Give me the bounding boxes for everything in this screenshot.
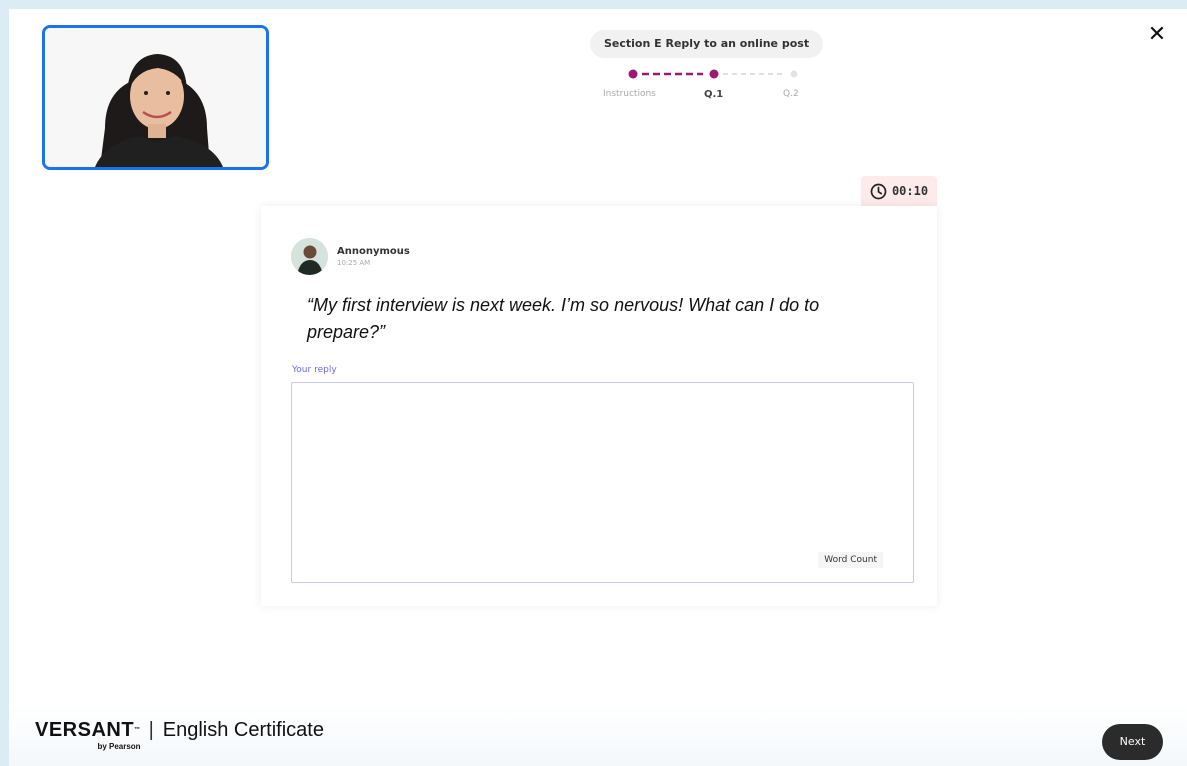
post-text: “My first interview is next week. I’m so…: [307, 295, 820, 342]
progress-track: [628, 69, 798, 79]
logo-brand: VERSANT™: [35, 719, 141, 741]
next-button[interactable]: Next: [1102, 724, 1163, 760]
step-label-instructions: Instructions: [603, 89, 656, 99]
section-title: Section E Reply to an online post: [590, 30, 824, 58]
countdown-timer: 00:10: [861, 176, 937, 206]
footer-bar: VERSANT™ by Pearson | English Certificat…: [9, 705, 1187, 766]
reply-box: Word Count: [291, 382, 914, 583]
step-label-q2: Q.2: [783, 89, 799, 99]
timer-value: 00:10: [891, 184, 929, 198]
author-name: Annonymous: [337, 246, 410, 257]
versant-logo: VERSANT™ by Pearson | English Certificat…: [35, 719, 324, 751]
logo-byline: by Pearson: [97, 742, 141, 751]
logo-product: English Certificate: [162, 719, 324, 741]
webcam-image: [45, 28, 266, 167]
post-card: Annonymous 10:25 AM “My first interview …: [261, 206, 937, 606]
progress-stepper: Instructions Q.1 Q.2: [587, 65, 807, 105]
logo-separator: |: [148, 719, 154, 741]
close-icon[interactable]: ✕: [1145, 23, 1169, 47]
step-label-q1: Q.1: [704, 89, 724, 100]
reply-label: Your reply: [292, 365, 337, 375]
step-dot-q2: [790, 70, 798, 78]
avatar: [291, 238, 328, 275]
post-author: Annonymous 10:25 AM: [291, 238, 410, 275]
step-dot-instructions: [628, 69, 638, 79]
clock-icon: [870, 183, 887, 199]
webcam-preview: [42, 25, 269, 170]
post-time: 10:25 AM: [337, 259, 371, 267]
step-dot-q1: [709, 69, 719, 79]
test-window: ✕ Section E Reply to an online post Inst…: [9, 9, 1187, 766]
word-count: Word Count: [818, 552, 883, 568]
logo-trademark: ™: [134, 727, 141, 733]
avatar-image: [291, 238, 328, 275]
